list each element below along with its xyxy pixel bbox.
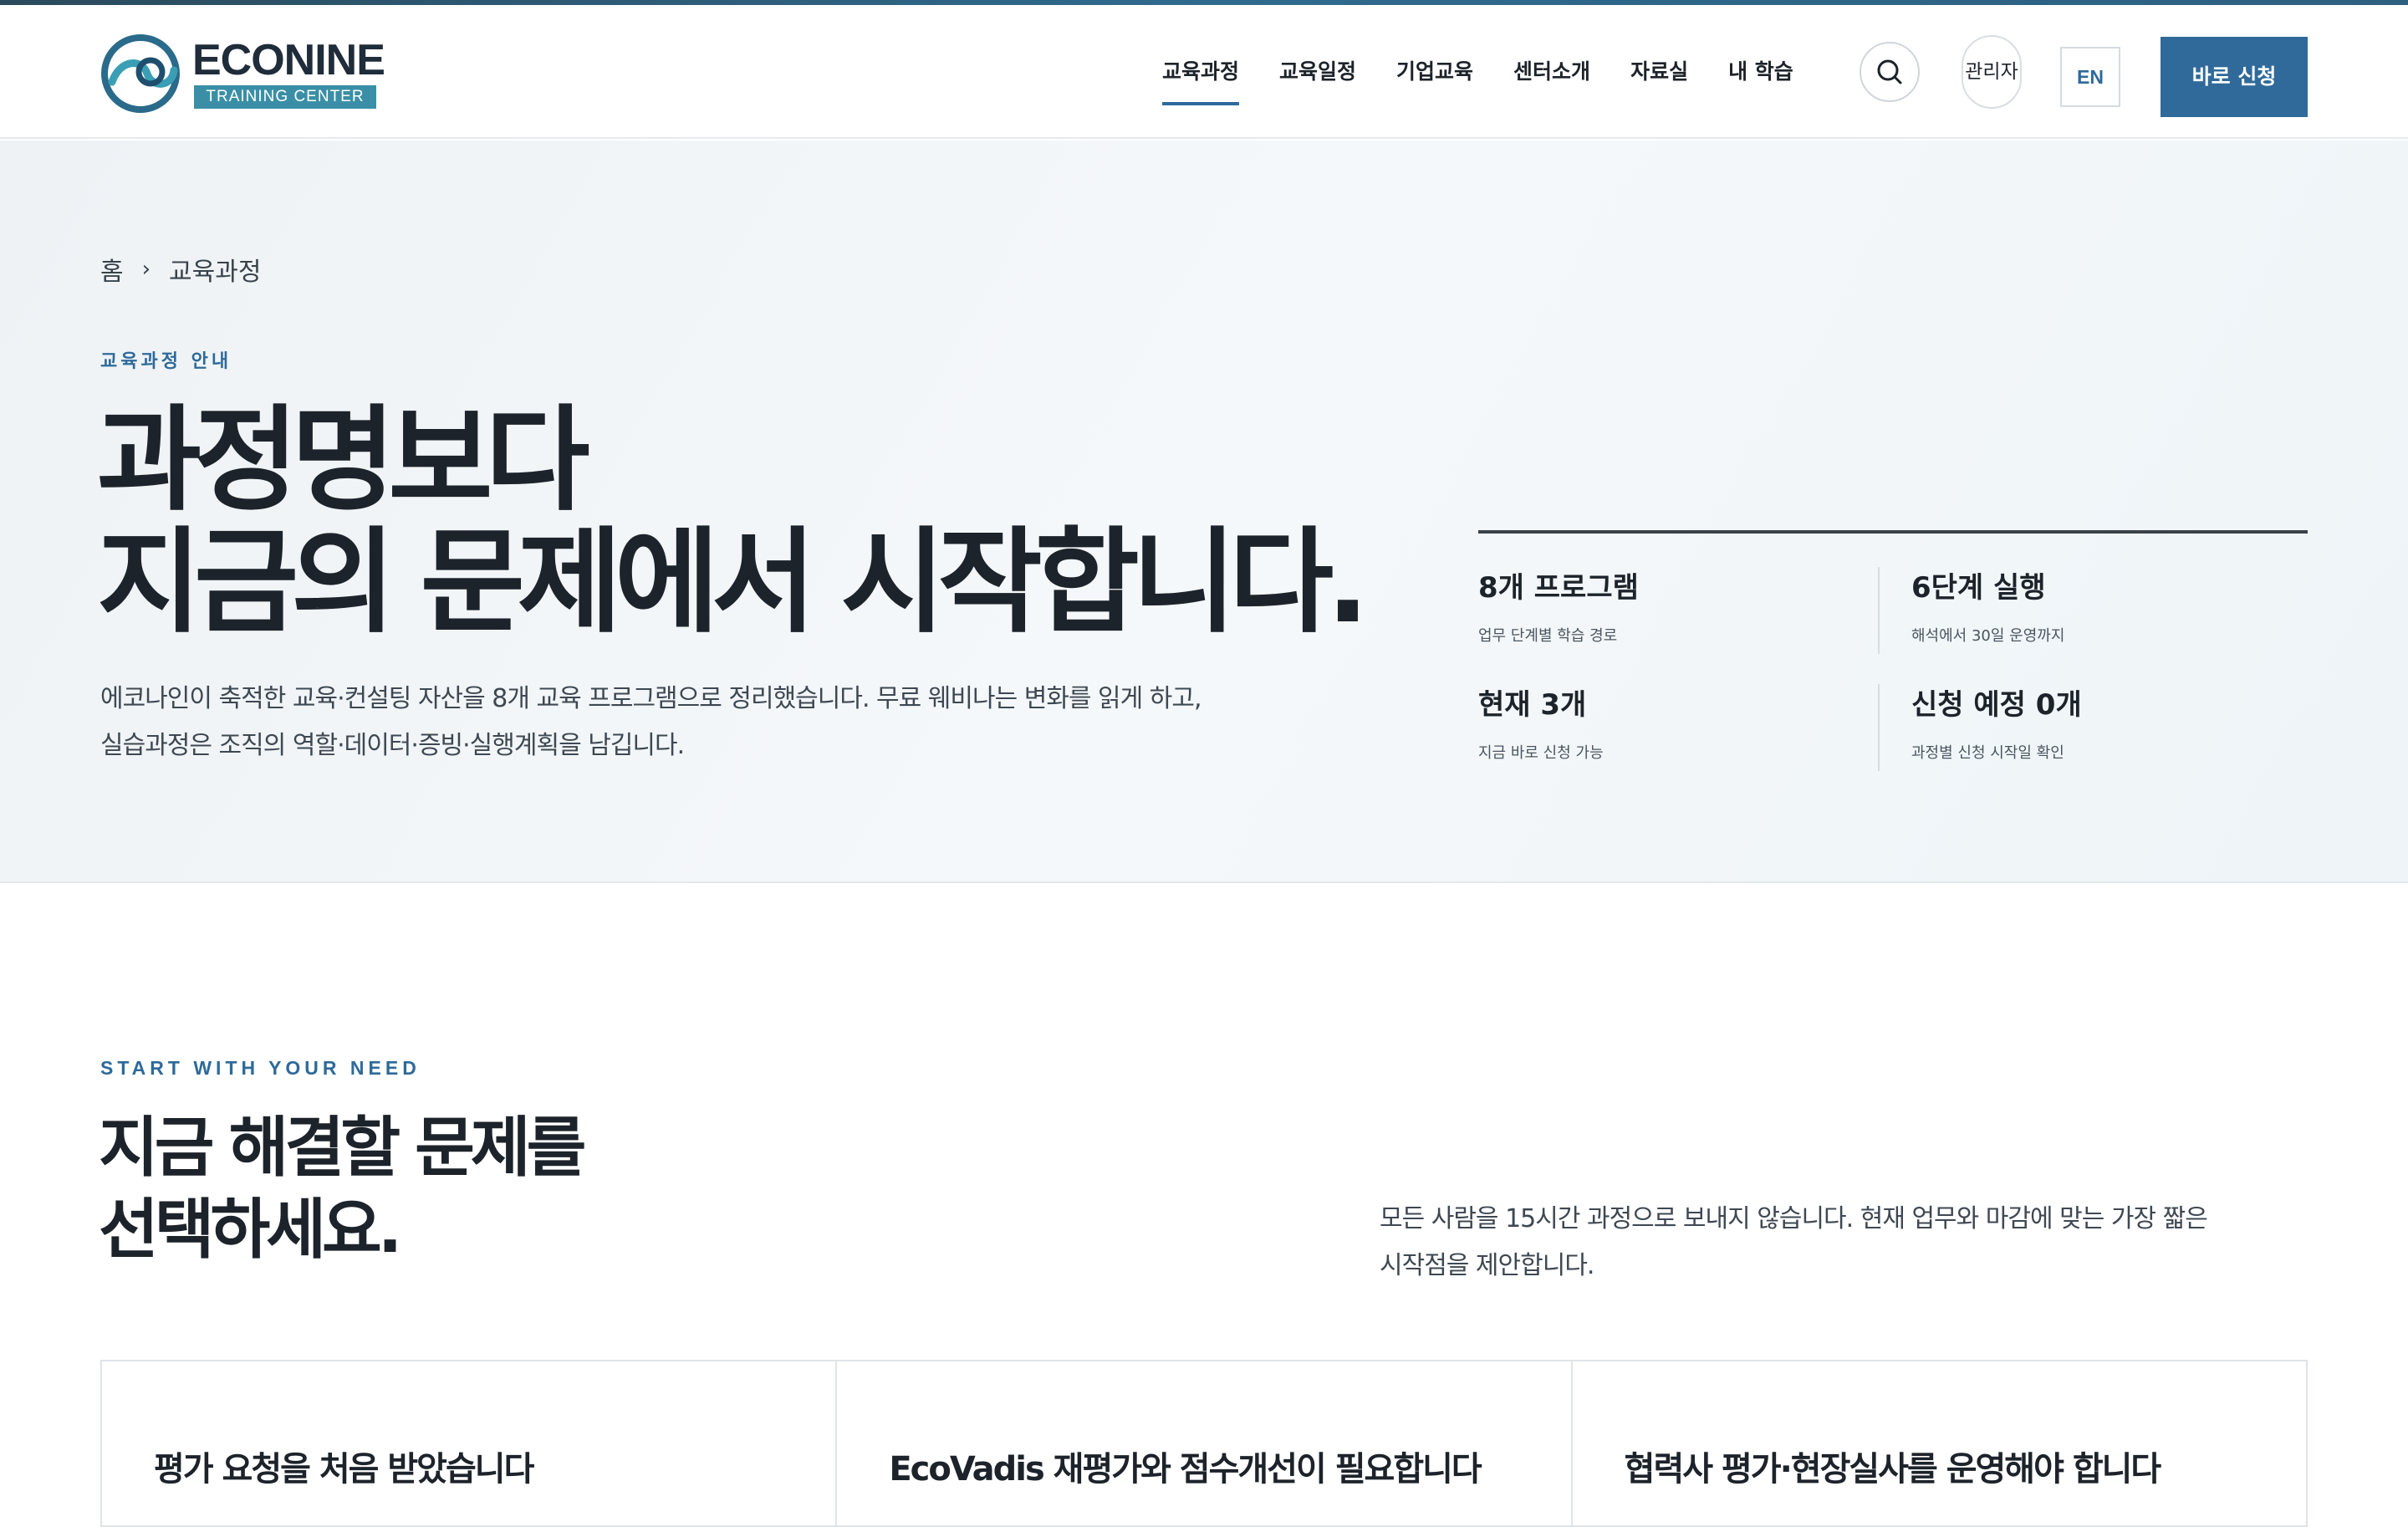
need-card-title: EcoVadis 재평가와 점수개선이 필요합니다 [889, 1450, 1482, 1489]
admin-button[interactable]: 관리자 [1962, 35, 2022, 109]
brand-subtitle: TRAINING CENTER [194, 85, 376, 109]
nav-item-corporate-training[interactable]: 기업교육 [1396, 5, 1473, 139]
nav-item-resources[interactable]: 자료실 [1630, 5, 1688, 139]
stat-value: 8개 프로그램 [1478, 571, 1639, 605]
need-card-title: 평가 요청을 처음 받았습니다 [154, 1450, 534, 1489]
stat-upcoming: 신청 예정 0개 과정별 신청 시작일 확인 [1878, 684, 2263, 771]
need-description-line-1: 모든 사람을 15시간 과정으로 보내지 않습니다. 현재 업무와 마감에 맞는… [1380, 1204, 2208, 1233]
nav-item-about[interactable]: 센터소개 [1513, 5, 1590, 139]
need-cards: 평가 요청을 처음 받았습니다 EcoVadis 재평가와 점수개선이 필요합니… [100, 1360, 2308, 1527]
stat-label: 업무 단계별 학습 경로 [1478, 627, 1618, 645]
main-nav: 교육과정 교육일정 기업교육 센터소개 자료실 내 학습 [1162, 5, 1834, 139]
brand-name: ECONINE [192, 36, 385, 84]
need-card-first-request[interactable]: 평가 요청을 처음 받았습니다 [102, 1361, 838, 1525]
brand-logo[interactable]: ECONINE TRAINING CENTER [100, 33, 385, 114]
stat-value: 현재 3개 [1478, 688, 1587, 722]
site-header: ECONINE TRAINING CENTER 교육과정 교육일정 기업교육 센… [0, 5, 2408, 139]
need-section: START WITH YOUR NEED 지금 해결할 문제를 선택하세요. 모… [0, 885, 2408, 1527]
stat-programs: 8개 프로그램 업무 단계별 학습 경로 [1478, 567, 1863, 654]
page-title-line-2: 지금의 문제에서 시작합니다. [97, 517, 1370, 649]
nav-item-my-learning[interactable]: 내 학습 [1728, 5, 1793, 139]
program-stats: 8개 프로그램 업무 단계별 학습 경로 6단계 실행 해석에서 30일 운영까… [1478, 530, 2308, 778]
stat-label: 지금 바로 신청 가능 [1478, 744, 1604, 762]
search-button[interactable] [1860, 42, 1920, 102]
hero-description: 에코나인이 축적한 교육·컨설팅 자산을 8개 교육 프로그램으로 정리했습니다… [100, 676, 1354, 769]
need-card-supplier-audit[interactable]: 협력사 평가·현장실사를 운영해야 합니다 [1573, 1361, 2306, 1525]
apply-now-button[interactable]: 바로 신청 [2161, 37, 2308, 117]
need-title: 지금 해결할 문제를 선택하세요. [99, 1107, 851, 1271]
stat-value: 6단계 실행 [1911, 571, 2046, 605]
stat-value: 신청 예정 0개 [1911, 688, 2082, 722]
need-description-line-2: 시작점을 제안합니다. [1380, 1251, 1594, 1280]
need-card-title: 협력사 평가·현장실사를 운영해야 합니다 [1624, 1450, 2162, 1489]
econine-logo-icon [101, 34, 180, 113]
stat-open-now: 현재 3개 지금 바로 신청 가능 [1478, 684, 1863, 771]
page-title: 과정명보다 지금의 문제에서 시작합니다. [97, 400, 1401, 644]
nav-item-courses[interactable]: 교육과정 [1162, 5, 1240, 139]
stat-label: 해석에서 30일 운영까지 [1911, 627, 2065, 645]
search-icon [1877, 59, 1902, 84]
hero-eyebrow: 교육과정 안내 [100, 351, 232, 372]
breadcrumb-home-link[interactable]: 홈 [100, 251, 124, 288]
stat-steps: 6단계 실행 해석에서 30일 운영까지 [1878, 567, 2263, 654]
need-title-line-2: 선택하세요. [99, 1192, 402, 1268]
nav-item-schedule[interactable]: 교육일정 [1279, 5, 1356, 139]
need-description: 모든 사람을 15시간 과정으로 보내지 않습니다. 현재 업무와 마감에 맞는… [1380, 1196, 2283, 1290]
breadcrumb-separator-icon: › [141, 257, 151, 282]
need-card-ecovadis-reassessment[interactable]: EcoVadis 재평가와 점수개선이 필요합니다 [837, 1361, 1573, 1525]
page-title-line-1: 과정명보다 [97, 395, 590, 527]
breadcrumb-current: 교육과정 [169, 258, 262, 287]
breadcrumb: 홈 › 교육과정 [100, 251, 261, 288]
hero-description-line-2: 실습과정은 조직의 역할·데이터·증빙·실행계획을 남깁니다. [100, 731, 685, 760]
hero-section: 홈 › 교육과정 교육과정 안내 과정명보다 지금의 문제에서 시작합니다. 에… [0, 140, 2408, 883]
hero-description-line-1: 에코나인이 축적한 교육·컨설팅 자산을 8개 교육 프로그램으로 정리했습니다… [100, 684, 1202, 713]
need-eyebrow: START WITH YOUR NEED [100, 1057, 421, 1079]
need-title-line-1: 지금 해결할 문제를 [99, 1111, 586, 1186]
language-toggle-button[interactable]: EN [2060, 47, 2120, 107]
stat-label: 과정별 신청 시작일 확인 [1911, 744, 2064, 762]
